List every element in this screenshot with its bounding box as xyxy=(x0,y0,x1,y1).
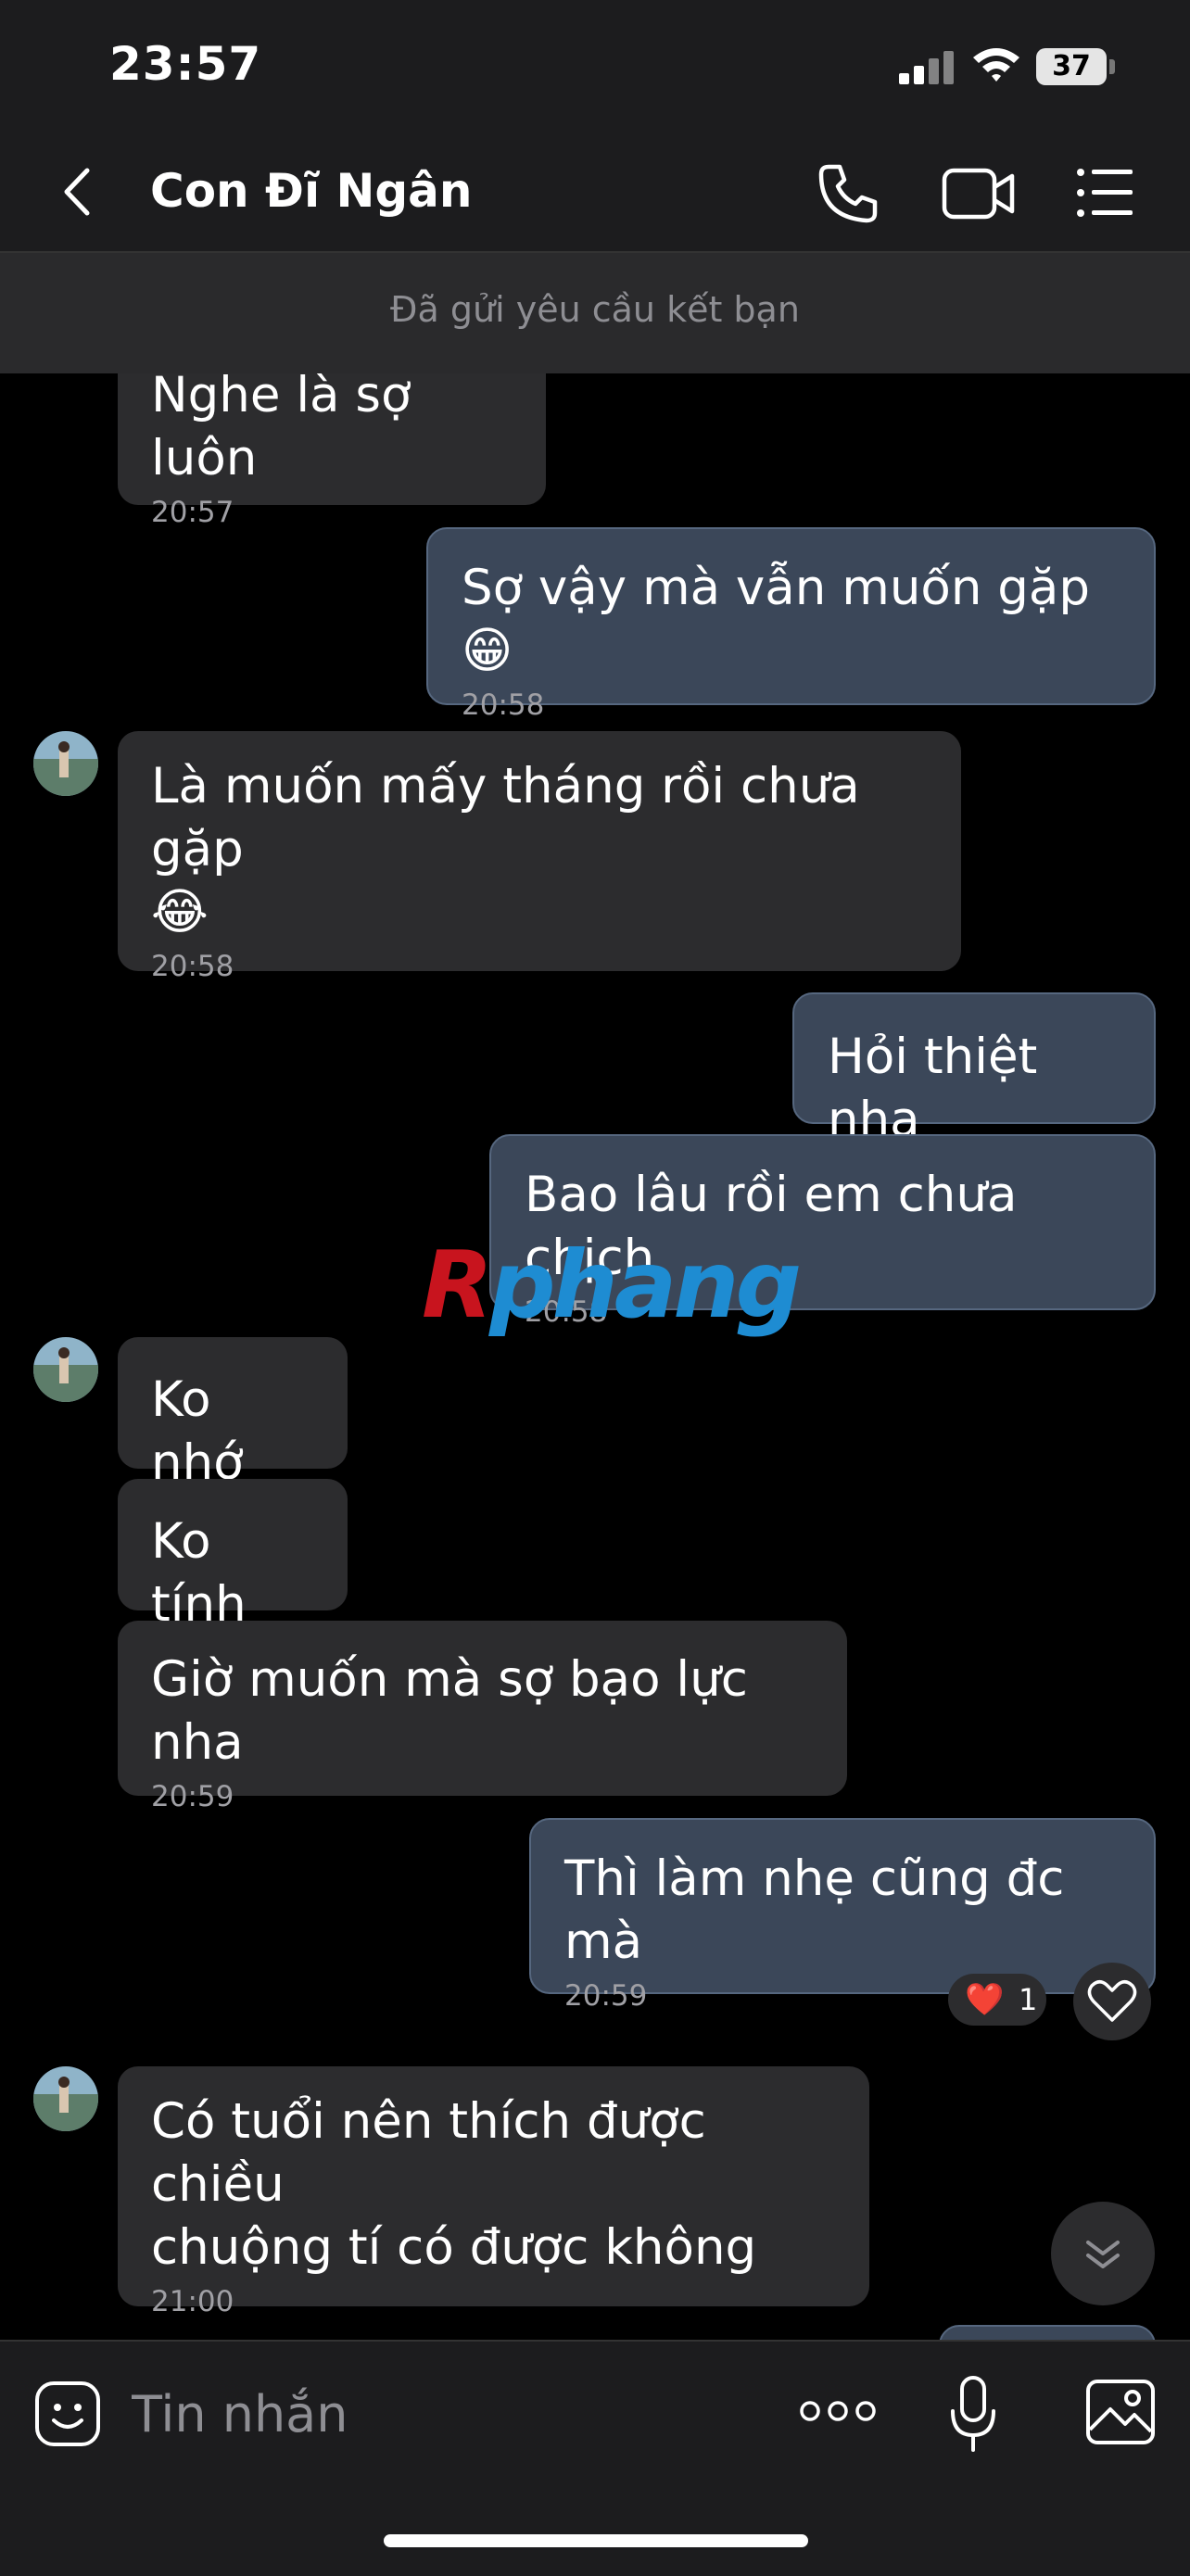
scroll-down-button[interactable] xyxy=(1051,2202,1155,2305)
message-text: Sợ vậy mà vẫn muốn gặp 😁 xyxy=(462,560,1091,679)
contact-avatar[interactable] xyxy=(33,1337,98,1402)
heart-outline-icon xyxy=(1087,1980,1137,2022)
ellipsis-icon[interactable] xyxy=(799,2391,877,2431)
cellular-signal-icon xyxy=(899,51,955,84)
message-text: Giờ muốn mà sợ bạo lực nha xyxy=(151,1651,748,1771)
message-time: 20:57 xyxy=(151,496,234,529)
phone-icon[interactable] xyxy=(816,161,880,226)
message-time: 20:58 xyxy=(462,688,545,722)
watermark-logo: Rphang xyxy=(422,1231,802,1339)
outgoing-message[interactable]: Sợ vậy mà vẫn muốn gặp 😁 20:58 xyxy=(426,527,1156,722)
battery-icon xyxy=(1109,59,1115,74)
message-input[interactable] xyxy=(132,2381,743,2446)
status-time: 23:57 xyxy=(109,37,262,91)
microphone-icon[interactable] xyxy=(949,2374,997,2456)
reaction-badge[interactable]: ❤️ 1 xyxy=(948,1974,1046,2026)
message-list[interactable]: Nghe là sợ luôn 20:57 Sợ vậy mà vẫn muốn… xyxy=(0,373,1190,2340)
message-text: Hỏi thiệt nha xyxy=(828,1029,1038,1148)
outgoing-message[interactable]: Thì làm nhẹ cũng đc mà 20:59 xyxy=(529,1818,1156,2013)
wifi-icon xyxy=(973,48,1019,82)
heart-emoji: ❤️ xyxy=(965,1981,1005,2018)
message-time: 20:58 xyxy=(151,950,234,983)
friend-request-text: Đã gửi yêu cầu kết bạn xyxy=(390,289,800,330)
list-icon[interactable] xyxy=(1075,163,1134,222)
video-camera-icon[interactable] xyxy=(942,163,1016,224)
message-time: 20:59 xyxy=(151,1780,234,1813)
home-indicator xyxy=(384,2534,808,2547)
message-text: Ko nhớ xyxy=(151,1371,244,1491)
contact-avatar[interactable] xyxy=(33,2066,98,2131)
contact-avatar[interactable] xyxy=(33,731,98,796)
watermark-r: R xyxy=(422,1231,493,1339)
incoming-message[interactable]: Giờ muốn mà sợ bạo lực nha 20:59 xyxy=(118,1621,847,1813)
incoming-message[interactable]: Có tuổi nên thích được chiều chuộng tí c… xyxy=(118,2066,869,2318)
like-button[interactable] xyxy=(1073,1963,1151,2040)
reaction-count: 1 xyxy=(1019,1982,1038,2017)
incoming-message[interactable]: Ko nhớ xyxy=(118,1337,348,1491)
incoming-message[interactable]: Nghe là sợ luôn 20:57 xyxy=(118,373,546,529)
message-text: Thì làm nhẹ cũng đc mà xyxy=(564,1850,1065,1970)
smiley-icon[interactable] xyxy=(33,2380,102,2448)
image-icon[interactable] xyxy=(1084,2378,1157,2446)
back-button[interactable] xyxy=(56,159,102,224)
watermark-phang: phang xyxy=(489,1231,802,1339)
outgoing-message[interactable] xyxy=(939,2325,1156,2340)
message-text: Có tuổi nên thích được chiều chuộng tí c… xyxy=(151,2093,757,2276)
incoming-message[interactable]: Là muốn mấy tháng rồi chưa gặp 😂 20:58 xyxy=(118,731,961,983)
chevron-double-down-icon xyxy=(1086,2241,1120,2268)
message-time: 21:00 xyxy=(151,2285,234,2318)
incoming-message[interactable]: Ko tính xyxy=(118,1479,348,1633)
outgoing-message[interactable]: Hỏi thiệt nha xyxy=(792,992,1156,1148)
message-text: Là muốn mấy tháng rồi chưa gặp 😂 xyxy=(151,758,860,941)
message-text: Nghe là sợ luôn xyxy=(151,373,411,486)
contact-name[interactable]: Con Đĩ Ngân xyxy=(150,164,472,218)
message-text: Ko tính xyxy=(151,1513,247,1633)
battery-level: 37 xyxy=(1036,48,1107,85)
